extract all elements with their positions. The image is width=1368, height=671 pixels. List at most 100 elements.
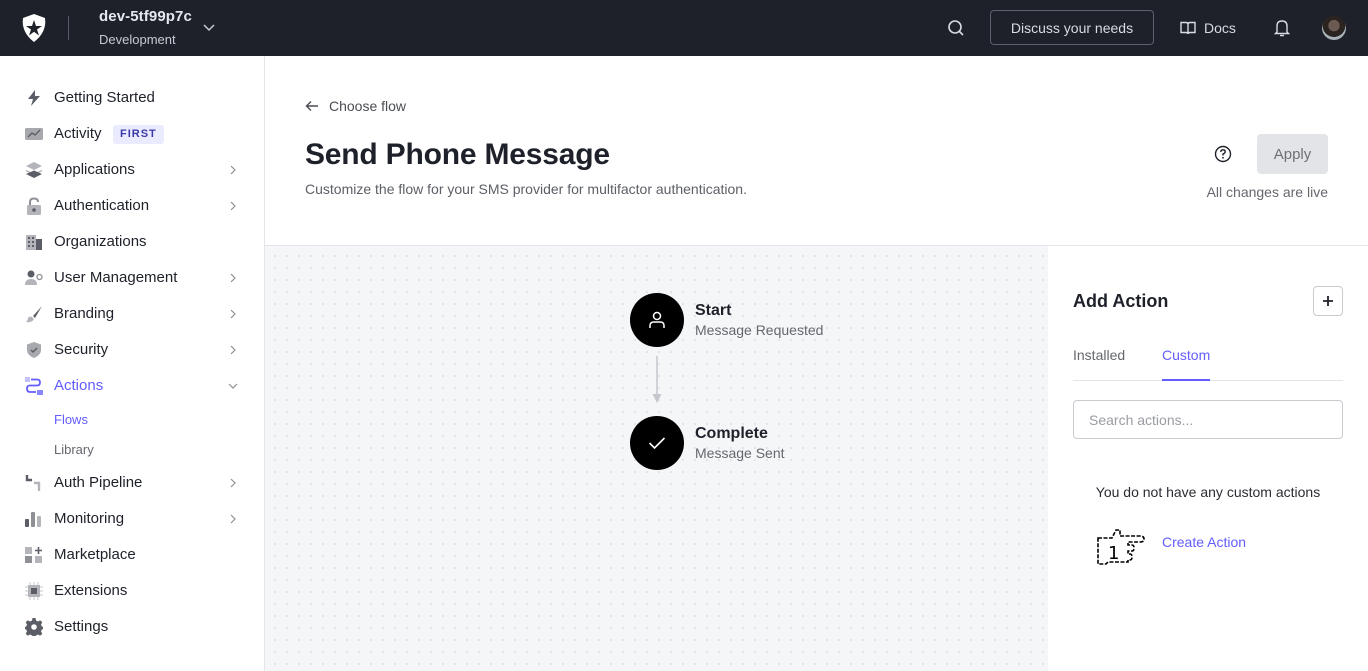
page-title: Send Phone Message: [305, 138, 610, 171]
sidebar-subitem-flows[interactable]: Flows: [54, 412, 88, 428]
discuss-your-needs-button[interactable]: Discuss your needs: [990, 10, 1154, 45]
tab-custom[interactable]: Custom: [1162, 347, 1211, 381]
actions-flow-icon: [25, 377, 43, 395]
user-avatar[interactable]: [1322, 16, 1346, 40]
sidebar-item-label: Authentication: [54, 197, 150, 214]
chevron-down-icon: [228, 383, 238, 389]
chevron-right-icon: [230, 273, 236, 283]
sidebar-item-monitoring[interactable]: Monitoring: [0, 501, 264, 537]
tenant-environment: Development: [99, 32, 176, 47]
tenant-selector[interactable]: dev-5tf99p7c Development: [99, 8, 192, 49]
docs-label: Docs: [1204, 20, 1236, 36]
flow-node-complete[interactable]: Complete Message Sent: [630, 416, 930, 470]
check-icon: [648, 437, 666, 450]
chevron-right-icon: [230, 201, 236, 211]
node-subtitle: Message Sent: [695, 445, 785, 461]
sidebar-item-label: Branding: [54, 305, 115, 322]
add-action-panel: Add Action Installed Custom You do not h…: [1048, 246, 1368, 671]
sidebar-item-getting-started[interactable]: Getting Started: [0, 80, 264, 116]
user-gear-icon: [25, 270, 43, 285]
sidebar-item-label: Auth Pipeline: [54, 474, 143, 491]
bell-icon[interactable]: [1273, 18, 1291, 38]
tab-installed[interactable]: Installed: [1073, 347, 1125, 381]
chevron-right-icon: [230, 309, 236, 319]
node-icon-circle: [630, 416, 684, 470]
sidebar-item-label: Monitoring: [54, 510, 125, 527]
sidebar-item-security[interactable]: Security: [0, 332, 264, 368]
sidebar-item-branding[interactable]: Branding: [0, 296, 264, 332]
sidebar-item-organizations[interactable]: Organizations: [0, 224, 264, 260]
sidebar-item-label: Organizations: [54, 233, 147, 250]
shield-check-icon: [27, 342, 41, 358]
sidebar-item-label: Getting Started: [54, 89, 155, 106]
flow-connector-arrow: [652, 356, 662, 403]
sidebar-item-auth-pipeline[interactable]: Auth Pipeline: [0, 465, 264, 501]
sidebar: Getting Started Activity FIRST Applicati…: [0, 56, 265, 671]
node-subtitle: Message Requested: [695, 322, 824, 338]
sidebar-item-label: Applications: [54, 161, 135, 178]
auth0-logo-icon[interactable]: [21, 14, 47, 42]
search-icon[interactable]: [946, 18, 966, 38]
arrow-left-icon: [305, 101, 318, 111]
empty-state-message: You do not have any custom actions: [1095, 484, 1321, 500]
top-bar: dev-5tf99p7c Development Discuss your ne…: [0, 0, 1368, 56]
flow-header: Choose flow Send Phone Message Customize…: [265, 56, 1368, 246]
apply-button[interactable]: Apply: [1257, 134, 1328, 174]
sidebar-item-applications[interactable]: Applications: [0, 152, 264, 188]
chevron-right-icon: [230, 165, 236, 175]
chevron-down-icon[interactable]: [202, 20, 216, 34]
chevron-right-icon: [230, 478, 236, 488]
create-action-link[interactable]: Create Action: [1162, 534, 1246, 550]
node-title: Complete: [695, 425, 768, 442]
grid-plus-icon: [25, 547, 42, 563]
sidebar-item-marketplace[interactable]: Marketplace: [0, 537, 264, 573]
help-circle-icon[interactable]: [1214, 145, 1232, 163]
pipeline-icon: [25, 475, 41, 491]
brush-icon: [26, 306, 42, 323]
sidebar-item-label: Marketplace: [54, 546, 136, 563]
sidebar-item-extensions[interactable]: Extensions: [0, 573, 264, 609]
sidebar-item-settings[interactable]: Settings: [0, 609, 264, 645]
bar-chart-icon: [25, 512, 41, 527]
node-icon-circle: [630, 293, 684, 347]
hand-pointer-cursor-icon: 1: [1097, 529, 1145, 565]
sidebar-item-authentication[interactable]: Authentication: [0, 188, 264, 224]
bolt-icon: [28, 90, 40, 106]
building-icon: [26, 235, 42, 250]
chevron-right-icon: [230, 345, 236, 355]
sidebar-subitem-library[interactable]: Library: [54, 442, 94, 458]
activity-chart-icon: [25, 128, 43, 140]
flow-node-start[interactable]: Start Message Requested: [630, 293, 930, 347]
layers-icon: [26, 162, 42, 178]
sidebar-item-user-management[interactable]: User Management: [0, 260, 264, 296]
sidebar-item-label: Security: [54, 341, 109, 358]
changes-live-status: All changes are live: [1206, 184, 1328, 200]
sidebar-item-activity[interactable]: Activity FIRST: [0, 116, 264, 152]
first-badge: FIRST: [113, 125, 164, 144]
flow-canvas[interactable]: Start Message Requested Complete Message…: [265, 246, 1048, 671]
back-link-label: Choose flow: [329, 98, 407, 114]
choose-flow-back-link[interactable]: Choose flow: [305, 98, 406, 114]
gear-icon: [25, 618, 43, 636]
user-icon: [649, 311, 665, 328]
chip-icon: [25, 582, 43, 600]
docs-link[interactable]: Docs: [1180, 17, 1236, 39]
unlock-icon: [27, 197, 41, 215]
sidebar-item-label: Extensions: [54, 582, 128, 599]
sidebar-item-actions[interactable]: Actions: [0, 368, 264, 404]
search-actions-input[interactable]: [1073, 400, 1343, 439]
page-subtitle: Customize the flow for your SMS provider…: [305, 181, 747, 197]
action-tabs: Installed Custom: [1073, 342, 1343, 381]
plus-icon: [1323, 296, 1333, 306]
sidebar-item-label: Actions: [54, 377, 104, 394]
sidebar-item-label: Settings: [54, 618, 109, 635]
node-title: Start: [695, 302, 732, 319]
add-action-button[interactable]: [1313, 286, 1343, 316]
chevron-right-icon: [230, 514, 236, 524]
book-icon: [1180, 21, 1196, 35]
tenant-name: dev-5tf99p7c: [99, 8, 192, 25]
topbar-divider: [68, 16, 69, 40]
panel-title: Add Action: [1073, 291, 1169, 311]
sidebar-item-label: Activity: [54, 125, 102, 142]
sidebar-item-label: User Management: [54, 269, 178, 286]
